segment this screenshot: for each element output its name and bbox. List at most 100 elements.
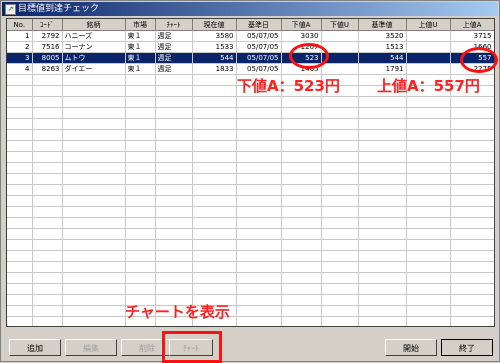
- cell-base-value: [358, 129, 407, 141]
- empty-row[interactable]: [7, 305, 494, 317]
- col-header-chart[interactable]: ﾁｬｰﾄ: [155, 19, 193, 31]
- cell-lower-a: [281, 206, 322, 218]
- add-button[interactable]: 追加: [9, 339, 61, 356]
- empty-row[interactable]: [7, 140, 494, 152]
- cell-base-value: [358, 283, 407, 295]
- cell-no: [7, 162, 33, 174]
- cell-lower-u: [321, 316, 359, 326]
- empty-row[interactable]: [7, 151, 494, 163]
- cell-chart: [155, 217, 193, 229]
- cell-chart: [155, 118, 193, 130]
- cell-code: [32, 217, 63, 229]
- upper-a-highlight-ellipse: [460, 47, 498, 73]
- table-row[interactable]: 1 2792 ハニーズ 東１ 週足 3580 05/07/05 3030 3520 3715: [7, 30, 494, 42]
- col-header-lower-a[interactable]: 下値A: [281, 19, 322, 31]
- col-header-code[interactable]: ｺｰﾄﾞ: [32, 19, 63, 31]
- empty-row[interactable]: [7, 107, 494, 119]
- col-header-upper-u[interactable]: 上値U: [406, 19, 451, 31]
- cell-lower-u: [321, 118, 359, 130]
- cell-base-value: [358, 316, 407, 326]
- col-header-market[interactable]: 市場: [125, 19, 156, 31]
- cell-lower-u: [321, 162, 359, 174]
- cell-base-value: [358, 250, 407, 262]
- empty-row[interactable]: [7, 272, 494, 284]
- cell-name: [62, 85, 126, 97]
- empty-row[interactable]: [7, 206, 494, 218]
- empty-row[interactable]: [7, 118, 494, 130]
- empty-row[interactable]: [7, 184, 494, 196]
- cell-name: [62, 283, 126, 295]
- empty-row[interactable]: [7, 261, 494, 273]
- cell-lower-u: [321, 305, 359, 317]
- table-row[interactable]: 2 7516 コーナン 東１ 週足 1533 05/07/05 1207 1513 1660: [7, 41, 494, 53]
- start-button[interactable]: 開始: [385, 339, 437, 356]
- col-header-upper-a[interactable]: 上値A: [450, 19, 494, 31]
- empty-row[interactable]: [7, 195, 494, 207]
- upper-a-annotation: 上値A：557円: [377, 77, 480, 95]
- cell-lower-u: [321, 272, 359, 284]
- cell-market: [125, 118, 156, 130]
- col-header-current[interactable]: 現在値: [192, 19, 237, 31]
- cell-base-value: [358, 184, 407, 196]
- empty-row[interactable]: [7, 217, 494, 229]
- cell-base-date: [236, 140, 282, 152]
- cell-code: [32, 129, 63, 141]
- cell-base-date: [236, 261, 282, 273]
- stock-grid[interactable]: No. ｺｰﾄﾞ 銘柄 市場 ﾁｬｰﾄ 現在値 基準日 下値A 下値U 基準値 …: [6, 18, 495, 327]
- cell-chart: [155, 283, 193, 295]
- empty-row[interactable]: [7, 228, 494, 240]
- edit-button[interactable]: 編集: [65, 339, 117, 356]
- cell-lower-a: [281, 162, 322, 174]
- empty-row[interactable]: [7, 294, 494, 306]
- cell-current: [192, 195, 237, 207]
- cell-base-value: [358, 118, 407, 130]
- cell-base-value: 1791: [358, 63, 407, 75]
- col-header-no[interactable]: No.: [7, 19, 33, 31]
- cell-lower-u: [321, 140, 359, 152]
- cell-base-date: [236, 294, 282, 306]
- cell-code: [32, 206, 63, 218]
- cell-base-value: [358, 151, 407, 163]
- cell-upper-a: [450, 316, 494, 326]
- empty-row[interactable]: [7, 96, 494, 108]
- cell-name: [62, 250, 126, 262]
- col-header-base-date[interactable]: 基準日: [236, 19, 282, 31]
- cell-chart: [155, 151, 193, 163]
- empty-row[interactable]: [7, 316, 494, 326]
- cell-code: [32, 228, 63, 240]
- empty-row[interactable]: [7, 283, 494, 295]
- cell-base-date: 05/07/05: [236, 52, 282, 64]
- cell-name: [62, 316, 126, 326]
- cell-base-date: [236, 173, 282, 185]
- cell-base-value: [358, 239, 407, 251]
- cell-no: [7, 316, 33, 326]
- empty-row[interactable]: [7, 173, 494, 185]
- col-header-base-value[interactable]: 基準値: [358, 19, 407, 31]
- cell-no: [7, 107, 33, 119]
- col-header-lower-u[interactable]: 下値U: [321, 19, 359, 31]
- cell-base-value: [358, 140, 407, 152]
- cell-no: [7, 118, 33, 130]
- cell-code: [32, 283, 63, 295]
- empty-row[interactable]: [7, 129, 494, 141]
- cell-upper-a: [450, 96, 494, 108]
- cell-lower-a: [281, 283, 322, 295]
- table-row[interactable]: 4 8263 ダイエー 東１ 週足 1833 05/07/05 1465 1791 2275: [7, 63, 494, 75]
- cell-current: [192, 206, 237, 218]
- col-header-name[interactable]: 銘柄: [62, 19, 126, 31]
- cell-base-value: [358, 272, 407, 284]
- cell-current: [192, 118, 237, 130]
- table-row[interactable]: 3 8005 ムトウ 東１ 週足 544 05/07/05 523 544 557: [7, 52, 494, 64]
- cell-chart: [155, 140, 193, 152]
- exit-button[interactable]: 終了: [441, 339, 493, 356]
- cell-name: [62, 173, 126, 185]
- cell-no: 4: [7, 63, 33, 75]
- empty-row[interactable]: [7, 239, 494, 251]
- cell-lower-u: [321, 184, 359, 196]
- empty-row[interactable]: [7, 162, 494, 174]
- cell-current: [192, 85, 237, 97]
- empty-row[interactable]: [7, 250, 494, 262]
- cell-current: [192, 228, 237, 240]
- cell-current: [192, 162, 237, 174]
- cell-code: 2792: [32, 30, 63, 42]
